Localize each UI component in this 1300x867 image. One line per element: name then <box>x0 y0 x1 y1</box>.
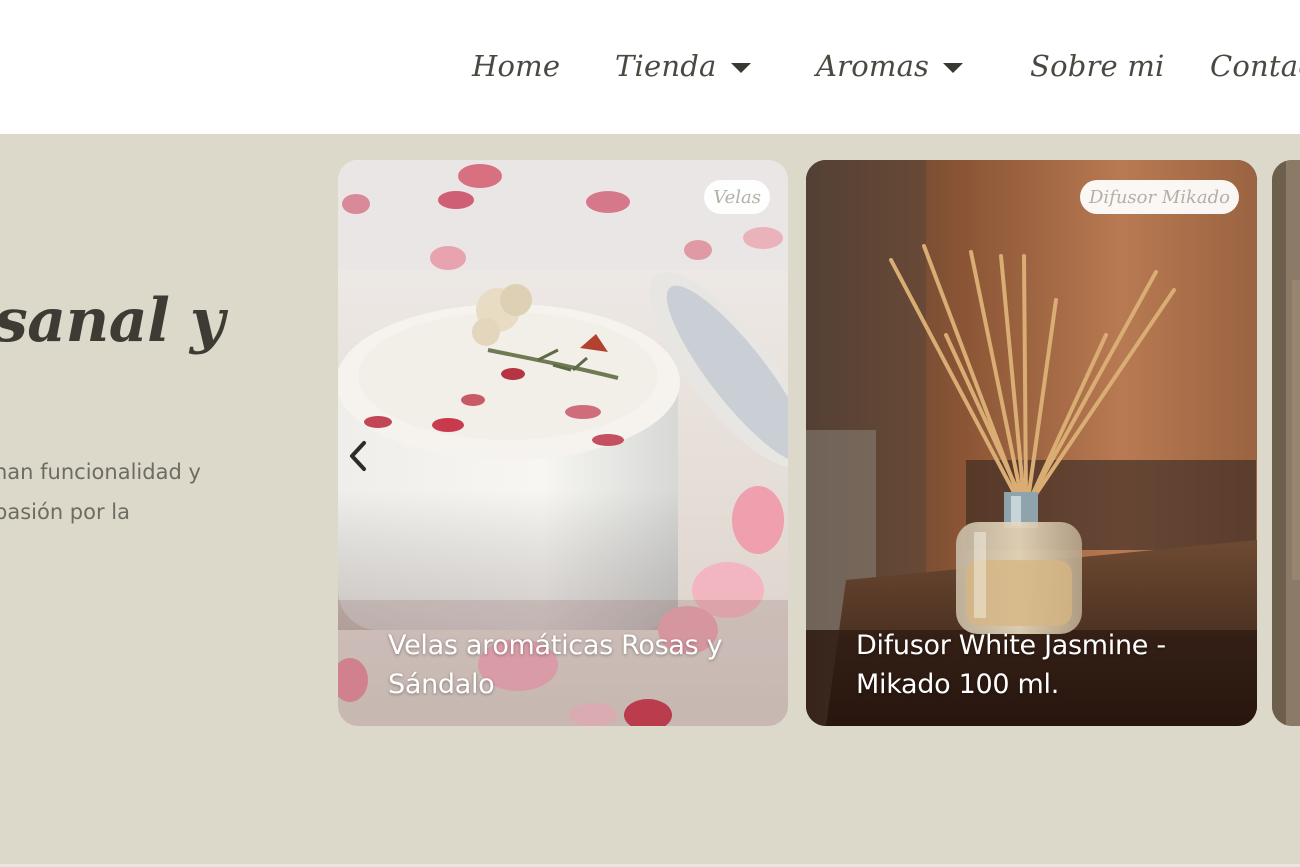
nav-item-label: Contac <box>1210 49 1300 83</box>
hero-description-line: pasión por la <box>0 500 130 524</box>
card-category-badge: Difusor Mikado <box>1079 180 1239 214</box>
nav-item-label: Tienda <box>615 49 717 83</box>
card-category-badge: Velas <box>704 180 770 214</box>
card-product-title: Difusor White Jasmine - Mikado 100 ml. <box>856 630 1166 700</box>
carousel-prev-button[interactable] <box>340 434 376 478</box>
site-header: Home Tienda Aromas Sobre mi Contac <box>0 0 1300 134</box>
nav-item-label: Sobre mi <box>1030 49 1165 83</box>
nav-item-label: Home <box>472 49 561 83</box>
hero-title: sanal y <box>0 286 225 356</box>
product-card-next[interactable] <box>1272 160 1300 726</box>
card-product-title: Velas aromáticas Rosas y Sándalo <box>388 630 723 700</box>
nav-item-aromas[interactable]: Aromas <box>816 44 964 88</box>
caret-down-icon <box>943 62 964 73</box>
hero-description-line: nan funcionalidad y <box>0 460 201 484</box>
chevron-left-icon <box>350 441 366 471</box>
nav-item-contacto[interactable]: Contac <box>1210 44 1300 88</box>
product-card-difusor[interactable]: Difusor Mikado Difusor White Jasmine - M… <box>806 160 1257 726</box>
nav-item-tienda[interactable]: Tienda <box>615 44 751 88</box>
hero-section: sanal y nan funcionalidad y pasión por l… <box>0 134 1300 867</box>
hero-description: nan funcionalidad y pasión por la <box>0 452 254 532</box>
nav-item-label: Aromas <box>816 49 930 83</box>
product-card-velas[interactable]: Velas Velas aromáticas Rosas y Sándalo <box>338 160 788 726</box>
nav-item-sobre-mi[interactable]: Sobre mi <box>1030 44 1165 88</box>
nav-item-home[interactable]: Home <box>472 44 560 88</box>
caret-down-icon <box>730 62 751 73</box>
product-image <box>1272 160 1300 726</box>
